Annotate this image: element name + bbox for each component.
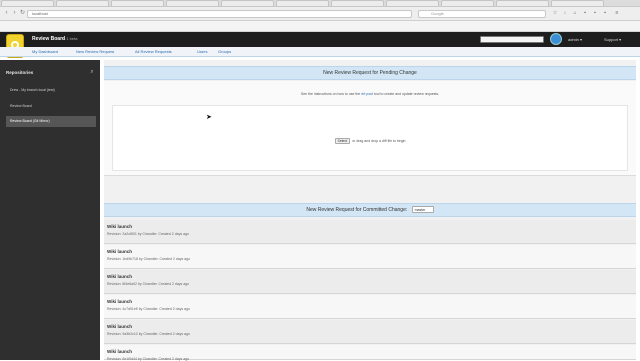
pending-change-heading: New Review Request for Pending Change xyxy=(104,66,636,80)
diff-upload-row: Select or drag and drop a diff file to be… xyxy=(104,138,636,144)
nav-link-dashboard[interactable]: My Dashboard xyxy=(32,49,58,54)
browser-tab[interactable] xyxy=(276,0,329,6)
browser-tab[interactable] xyxy=(111,0,164,6)
commit-title: Wiki launch xyxy=(107,224,132,229)
app-version: 0.1 beta xyxy=(63,36,78,41)
nav-link-users[interactable]: Users xyxy=(197,49,207,54)
forward-icon[interactable]: › xyxy=(11,10,18,17)
browser-tab[interactable] xyxy=(166,0,219,6)
sidebar-item-repository[interactable]: Review Board (Git Mirror) xyxy=(6,116,96,127)
browser-tab[interactable] xyxy=(331,0,384,6)
committed-heading-text: New Review Request for Committed Change: xyxy=(306,207,408,213)
commit-row[interactable]: Wiki launch Revision: 6e1f0d44 by Chandl… xyxy=(104,345,636,361)
browser-tab[interactable] xyxy=(221,0,274,6)
support-menu[interactable]: Support ▾ xyxy=(604,37,621,42)
browser-tab[interactable] xyxy=(551,0,604,6)
browser-tab[interactable] xyxy=(1,0,54,6)
nav-linkbar: My Dashboard New Review Request All Revi… xyxy=(0,47,640,57)
bookmark[interactable] xyxy=(336,21,388,31)
app-title[interactable]: Review Board xyxy=(32,36,65,42)
avatar[interactable] xyxy=(550,33,562,45)
description-text: See the instructions on how to use the xyxy=(300,92,361,96)
extension-icon[interactable]: ▪ xyxy=(592,10,598,17)
mouse-cursor-icon: ➤ xyxy=(206,114,212,121)
commit-title: Wiki launch xyxy=(107,249,132,254)
bookmark[interactable] xyxy=(226,21,278,31)
nav-link-new-review-request[interactable]: New Review Request xyxy=(76,49,114,54)
description-text: tool to create and update review request… xyxy=(373,92,440,96)
shield-icon[interactable]: ▪ xyxy=(582,10,588,17)
bookmark[interactable] xyxy=(391,21,443,31)
browser-search-input[interactable]: Google xyxy=(418,10,546,18)
sidebar-item-repository[interactable]: Review Board xyxy=(6,101,96,112)
search-icon[interactable]: ⌕ xyxy=(88,68,96,76)
search-input[interactable] xyxy=(480,36,544,43)
commit-title: Wiki launch xyxy=(107,324,132,329)
commit-title: Wiki launch xyxy=(107,274,132,279)
home-icon[interactable]: ⌂ xyxy=(572,10,578,17)
bookmark[interactable] xyxy=(61,21,113,31)
star-icon[interactable]: ☆ xyxy=(552,10,558,17)
sidebar-item-repository[interactable]: Drew - My branch local (test) xyxy=(6,85,96,96)
bookmark[interactable] xyxy=(6,21,58,31)
menu-icon[interactable]: ≡ xyxy=(614,10,620,17)
back-icon[interactable]: ‹ xyxy=(3,10,10,17)
address-bar[interactable]: localhost xyxy=(27,10,412,18)
user-menu[interactable]: admin ▾ xyxy=(568,37,582,42)
browser-tab[interactable] xyxy=(56,0,109,6)
app-header xyxy=(0,32,640,47)
bookmark[interactable] xyxy=(556,21,608,31)
browser-toolbar: ‹ › ↻ localhost Google ☆ ↓ ⌂ ▪ ▪ ▪ ≡ xyxy=(0,7,640,21)
commit-row[interactable]: Wiki launch Revision: 8f4e6a02 by Chandl… xyxy=(104,270,636,294)
commit-meta: Revision: 4c7d91e5 by Chandler. Created … xyxy=(107,307,190,311)
commit-row[interactable]: Wiki launch Revision: 2a2c8f31 by Chandl… xyxy=(104,220,636,244)
commit-meta: Revision: 8f4e6a02 by Chandler. Created … xyxy=(107,282,190,286)
bookmark[interactable] xyxy=(171,21,223,31)
nav-link-groups[interactable]: Groups xyxy=(218,49,231,54)
branch-select[interactable]: master xyxy=(411,206,434,214)
commit-meta: Revision: 1bd0b718 by Chandler. Created … xyxy=(107,257,191,261)
pending-change-description: See the instructions on how to use the r… xyxy=(104,92,636,96)
drop-instructions: or drag and drop a diff file to begin xyxy=(352,139,406,143)
bookmark[interactable] xyxy=(446,21,498,31)
extension-icon[interactable]: ▪ xyxy=(602,10,608,17)
select-file-button[interactable]: Select xyxy=(334,138,351,144)
bookmarks-bar xyxy=(0,21,640,32)
commit-meta: Revision: 6e1f0d44 by Chandler. Created … xyxy=(107,357,190,361)
download-icon[interactable]: ↓ xyxy=(562,10,568,17)
browser-tab[interactable] xyxy=(441,0,494,6)
browser-tab-bar xyxy=(0,0,640,7)
commit-title: Wiki launch xyxy=(107,299,132,304)
nav-link-all-review-requests[interactable]: All Review Requests xyxy=(135,49,172,54)
sidebar-title: Repositories xyxy=(6,70,34,75)
commit-title: Wiki launch xyxy=(107,349,132,354)
committed-change-heading: New Review Request for Committed Change:… xyxy=(104,203,636,217)
commit-row[interactable]: Wiki launch Revision: 9a3b2c10 by Chandl… xyxy=(104,320,636,344)
browser-tab[interactable] xyxy=(386,0,439,6)
bookmark[interactable] xyxy=(116,21,168,31)
bookmark[interactable] xyxy=(501,21,553,31)
commit-row[interactable]: Wiki launch Revision: 1bd0b718 by Chandl… xyxy=(104,245,636,269)
commit-meta: Revision: 2a2c8f31 by Chandler. Created … xyxy=(107,232,189,236)
rbt-post-link[interactable]: rbt post xyxy=(361,92,373,96)
browser-tab[interactable] xyxy=(496,0,549,6)
commit-row[interactable]: Wiki launch Revision: 4c7d91e5 by Chandl… xyxy=(104,295,636,319)
bookmark[interactable] xyxy=(281,21,333,31)
commit-meta: Revision: 9a3b2c10 by Chandler. Created … xyxy=(107,332,190,336)
reload-icon[interactable]: ↻ xyxy=(19,10,26,17)
